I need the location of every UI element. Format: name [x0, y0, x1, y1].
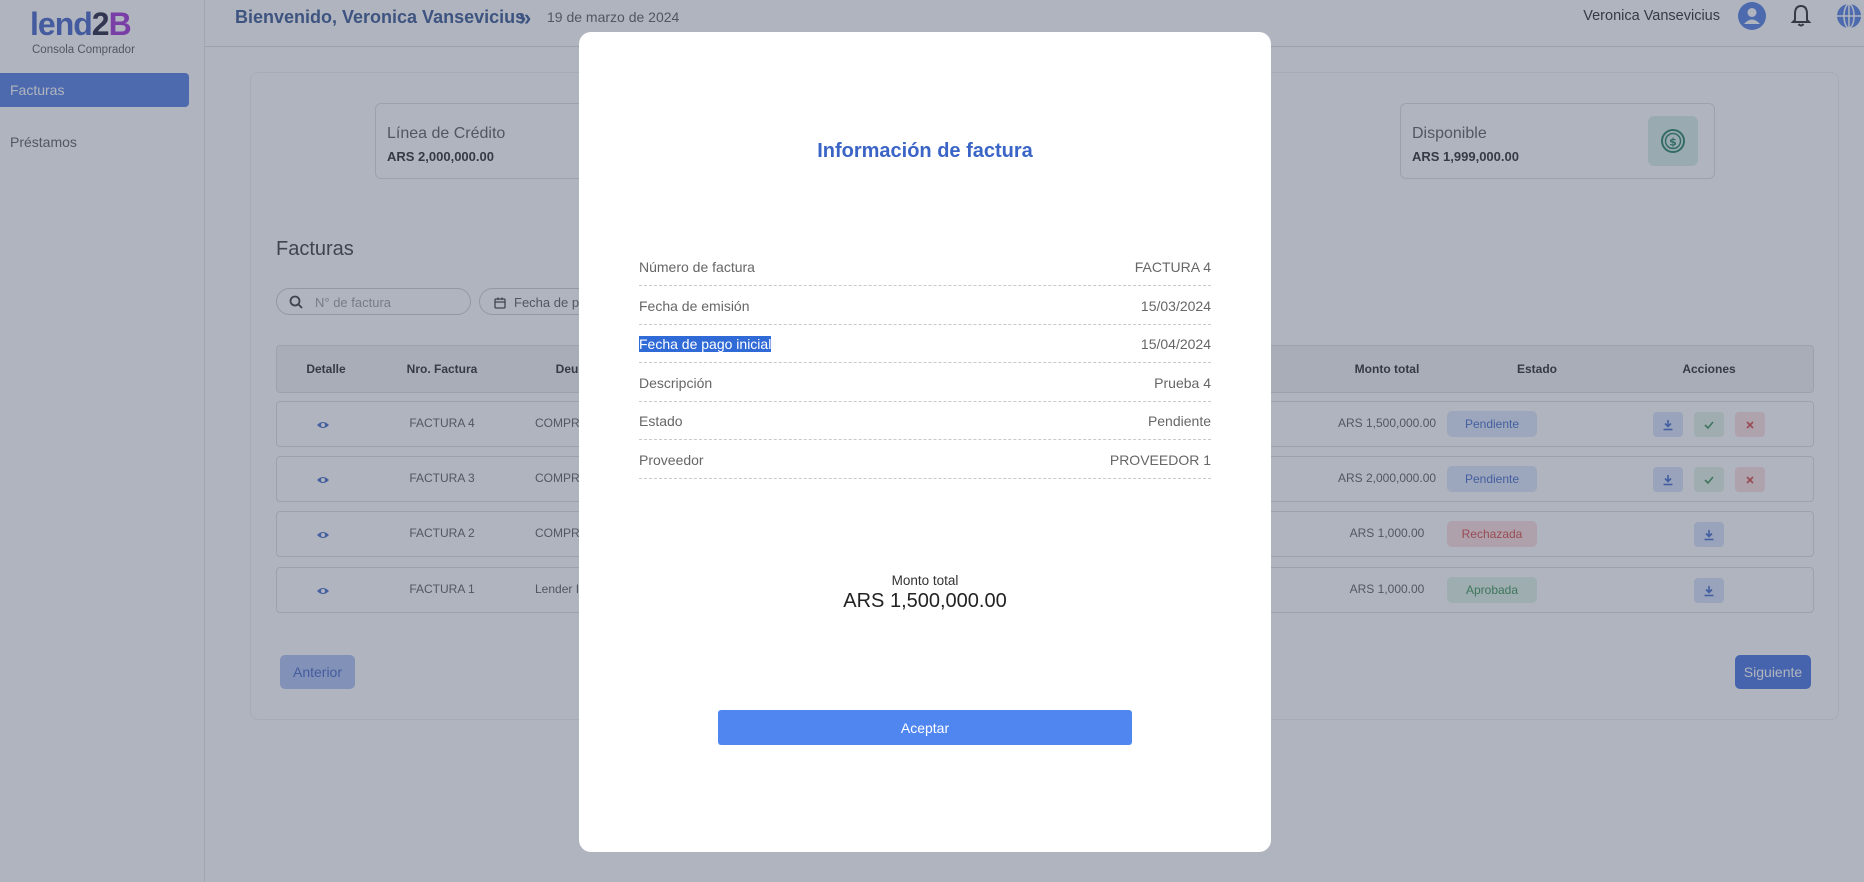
info-row-description: Descripción Prueba 4: [639, 364, 1211, 402]
info-value: PROVEEDOR 1: [1109, 452, 1211, 468]
info-label: Proveedor: [639, 452, 704, 468]
info-label-selected: Fecha de pago inicial: [639, 336, 772, 352]
total-value: ARS 1,500,000.00: [843, 590, 1007, 612]
info-row-invoice-number: Número de factura FACTURA 4: [639, 248, 1211, 286]
info-row-supplier: Proveedor PROVEEDOR 1: [639, 441, 1211, 479]
info-label: Fecha de emisión: [639, 298, 750, 314]
info-label: Descripción: [639, 375, 713, 391]
info-value: 15/03/2024: [1140, 298, 1211, 314]
info-row-issue-date: Fecha de emisión 15/03/2024: [639, 287, 1211, 325]
info-value: FACTURA 4: [1134, 259, 1211, 275]
info-row-status: Estado Pendiente: [639, 402, 1211, 440]
info-value: Prueba 4: [1154, 375, 1211, 391]
info-value: Pendiente: [1147, 413, 1211, 429]
invoice-info-modal: Información de factura Número de factura…: [579, 32, 1271, 852]
info-label: Número de factura: [639, 259, 755, 275]
info-row-initial-payment-date: Fecha de pago inicial 15/04/2024: [639, 325, 1211, 363]
info-label: Estado: [639, 413, 683, 429]
info-value: 15/04/2024: [1140, 336, 1211, 352]
total-label: Monto total: [891, 573, 959, 588]
accept-button[interactable]: Aceptar: [718, 710, 1132, 745]
modal-title: Información de factura: [817, 140, 1033, 162]
